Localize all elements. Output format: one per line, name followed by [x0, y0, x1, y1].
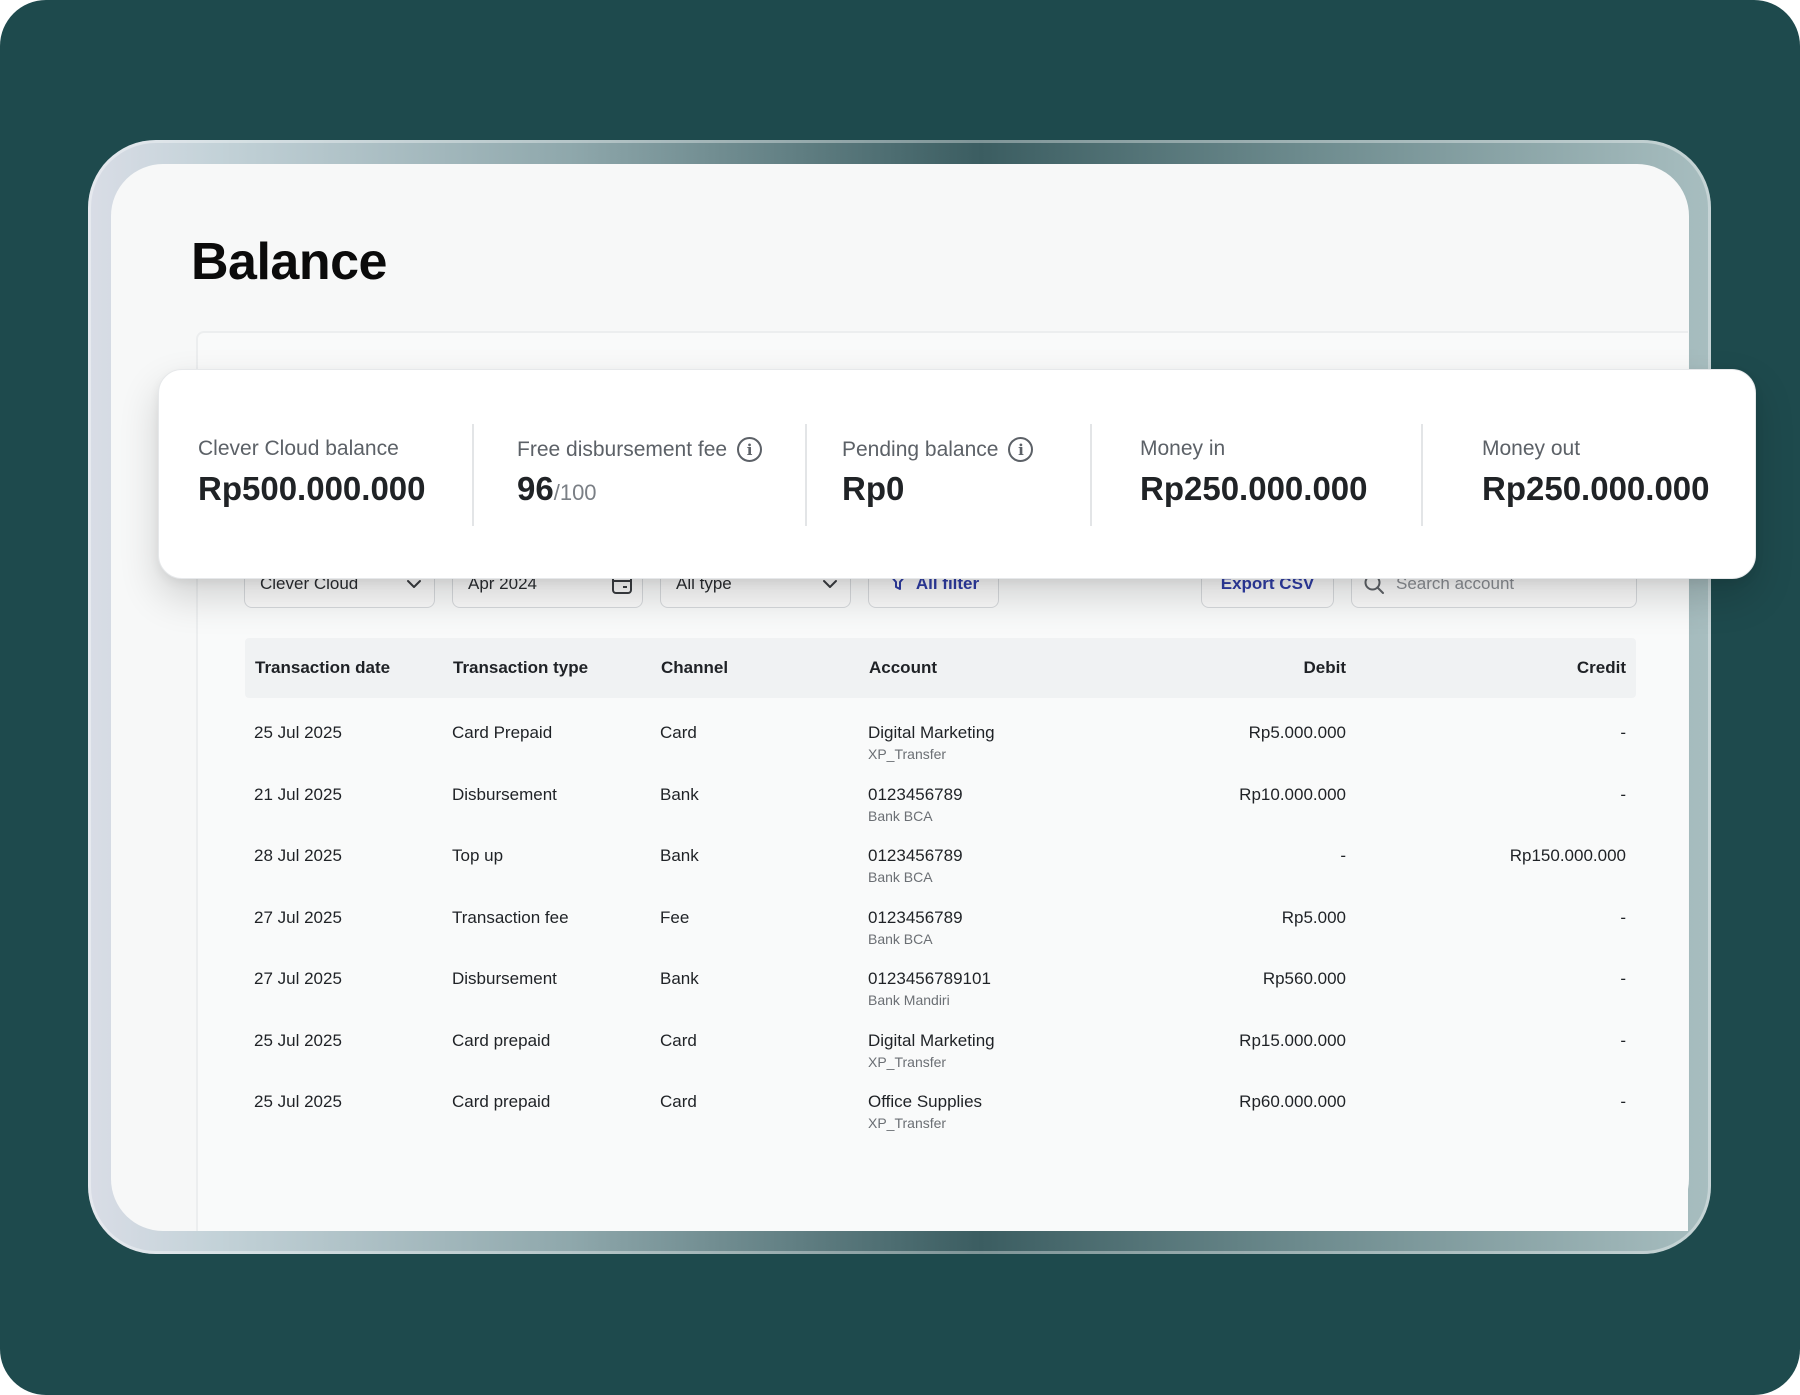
money-in-value: Rp250.000.000 [1140, 470, 1368, 507]
cell-date: 27 Jul 2025 [254, 908, 342, 927]
free-disbursement-fee-total: /100 [553, 480, 597, 505]
cell-channel: Bank [660, 846, 699, 865]
cell-account-sub: Bank BCA [868, 808, 933, 824]
cell-credit: - [1620, 785, 1626, 804]
cell-type: Top up [452, 846, 504, 865]
cell-credit: - [1620, 969, 1626, 988]
cell-account: Office Supplies [868, 1092, 983, 1111]
cell-debit: Rp5.000 [1281, 908, 1346, 927]
money-out-value: Rp250.000.000 [1482, 470, 1710, 507]
column-header-credit[interactable]: Credit [1430, 658, 1626, 678]
cell-channel: Fee [660, 908, 690, 927]
cell-credit: - [1620, 1092, 1626, 1111]
chevron-down-icon [394, 579, 434, 589]
column-header-debit[interactable]: Debit [1150, 658, 1347, 678]
cell-debit: Rp60.000.000 [1239, 1092, 1346, 1111]
cell-account: 0123456789 [868, 846, 963, 865]
column-header-date[interactable]: Transaction date [255, 658, 390, 678]
cell-account: 0123456789 [868, 785, 963, 804]
cell-debit: Rp15.000.000 [1239, 1031, 1346, 1050]
cell-debit: - [1340, 846, 1346, 865]
info-icon[interactable]: i [1008, 437, 1034, 462]
money-in-label: Money in [1140, 437, 1225, 461]
divider [1421, 424, 1423, 526]
divider [472, 424, 474, 526]
pending-balance-label-text: Pending balance [842, 437, 999, 461]
clever-cloud-balance-label-text: Clever Cloud balance [198, 437, 399, 460]
divider [1090, 424, 1092, 526]
page-title: Balance [191, 233, 387, 291]
cell-type: Card Prepaid [452, 723, 553, 742]
cell-account: Digital Marketing [868, 1031, 995, 1050]
column-header-account[interactable]: Account [869, 658, 937, 678]
chevron-down-icon [810, 579, 850, 589]
clever-cloud-balance-value: Rp500.000.000 [198, 470, 426, 507]
cell-type: Card prepaid [452, 1092, 551, 1111]
cell-credit: - [1620, 1031, 1626, 1050]
cell-credit: - [1620, 723, 1626, 742]
column-header-type[interactable]: Transaction type [453, 658, 588, 678]
cell-credit: - [1620, 908, 1626, 927]
cell-debit: Rp5.000.000 [1248, 723, 1346, 742]
column-header-channel[interactable]: Channel [661, 658, 728, 678]
money-out-label-text: Money out [1482, 437, 1581, 460]
cell-type: Disbursement [452, 969, 557, 988]
money-in-label-text: Money in [1140, 437, 1226, 460]
cell-type: Card prepaid [452, 1031, 551, 1050]
pending-balance-value: Rp0 [842, 470, 905, 507]
cell-account: Digital Marketing [868, 723, 995, 742]
cell-channel: Bank [660, 969, 699, 988]
clever-cloud-balance-label: Clever Cloud balance [198, 437, 399, 461]
divider [805, 424, 807, 526]
cell-date: 28 Jul 2025 [254, 846, 342, 865]
cell-account-sub: XP_Transfer [868, 1054, 947, 1070]
cell-account-sub: XP_Transfer [868, 1115, 947, 1131]
cell-channel: Card [660, 1031, 697, 1050]
cell-date: 25 Jul 2025 [254, 723, 342, 742]
cell-account-sub: Bank BCA [868, 869, 933, 885]
free-disbursement-fee-label-text: Free disbursement fee [517, 437, 728, 461]
cell-date: 27 Jul 2025 [254, 969, 342, 988]
cell-type: Transaction fee [452, 908, 569, 927]
free-disbursement-fee-count: 96 [517, 470, 554, 507]
cell-account: 0123456789 [868, 908, 963, 927]
money-out-label: Money out [1482, 437, 1580, 461]
pending-balance-label: Pending balance i [842, 437, 1034, 462]
cell-channel: Card [660, 1092, 697, 1111]
cell-account-sub: Bank Mandiri [868, 992, 950, 1008]
cell-account-sub: Bank BCA [868, 931, 933, 947]
cell-account: 0123456789101 [868, 969, 991, 988]
cell-date: 25 Jul 2025 [254, 1092, 342, 1111]
cell-channel: Card [660, 723, 697, 742]
free-disbursement-fee-label: Free disbursement fee i [517, 437, 763, 462]
cell-debit: Rp560.000 [1262, 969, 1346, 988]
info-icon[interactable]: i [737, 437, 763, 462]
free-disbursement-fee-value: 96/100 [517, 470, 597, 508]
cell-credit: Rp150.000.000 [1509, 846, 1626, 865]
cell-account-sub: XP_Transfer [868, 746, 947, 762]
cell-date: 25 Jul 2025 [254, 1031, 342, 1050]
cell-debit: Rp10.000.000 [1239, 785, 1346, 804]
cell-channel: Bank [660, 785, 699, 804]
cell-type: Disbursement [452, 785, 557, 804]
cell-date: 21 Jul 2025 [254, 785, 342, 804]
